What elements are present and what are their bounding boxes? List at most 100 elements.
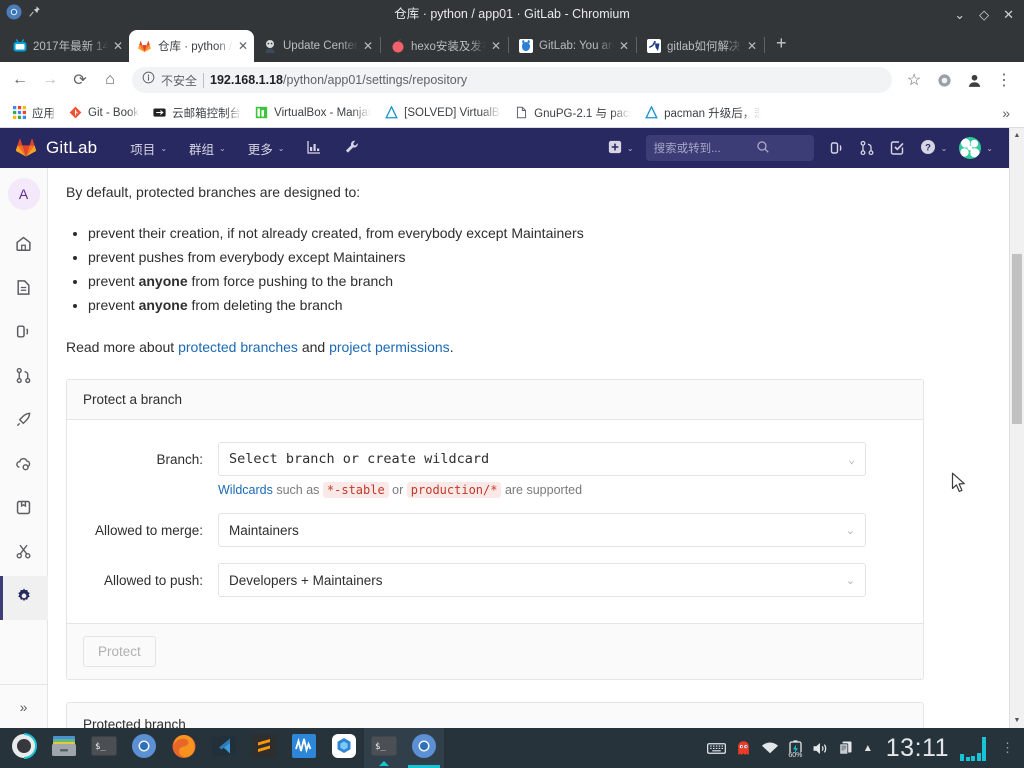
chevron-down-icon: ⌄ [219,143,226,153]
sidebar-item-project-overview[interactable] [0,224,48,268]
nav-item-groups[interactable]: 群组 ⌄ [178,128,237,168]
scroll-down-arrow[interactable]: ▼ [1010,713,1024,728]
bookmark-item-1[interactable]: Git - Book [62,103,146,123]
nav-item-more[interactable]: 更多 ⌄ [237,128,296,168]
clipboard-icon[interactable] [838,740,854,756]
tab-close-icon[interactable]: ✕ [238,40,248,52]
bookmarks-overflow-button[interactable]: » [1002,105,1018,121]
new-tab-button[interactable]: + [766,33,797,58]
close-button[interactable]: ✕ [1003,8,1014,21]
taskbar-file-manager[interactable] [44,728,84,768]
battery-icon[interactable]: 60% [787,739,803,759]
taskbar-firefox[interactable] [164,728,204,768]
tab-close-icon[interactable]: ✕ [747,40,757,52]
minimize-button[interactable]: ⌄ [954,8,965,21]
taskbar-menu-button[interactable]: ⋮ [995,741,1014,753]
bookmark-item-4[interactable]: [SOLVED] VirtualBo [378,103,508,123]
rocket-icon [15,411,32,433]
sidebar-expand-button[interactable]: » [0,684,48,728]
forward-button[interactable]: → [36,66,64,94]
allowed-to-push-select[interactable]: Developers + Maintainers ⌄ [218,563,866,598]
browser-tab-5[interactable]: GitLab: You are ✕ [510,30,635,62]
bookmark-item-5[interactable]: GnuPG-2.1 与 pacm [508,102,638,124]
back-button[interactable]: ← [6,66,34,94]
bookmark-apps[interactable]: 应用 [6,102,62,124]
taskbar-chromium-active[interactable] [404,728,444,768]
taskbar-monitor[interactable] [284,728,324,768]
taskbar-terminal-1[interactable]: $_ [84,728,124,768]
browser-tab-4[interactable]: hexo安装及发布 ✕ [382,30,507,62]
hint-supported: are supported [501,483,583,498]
address-bar[interactable]: 不安全 192.168.1.18/python/app01/settings/r… [132,67,892,93]
allowed-to-merge-select[interactable]: Maintainers ⌄ [218,513,866,548]
todos-icon[interactable] [882,128,912,168]
sidebar-item-registry[interactable] [0,488,48,532]
branch-select[interactable]: Select branch or create wildcard ⌄ [218,442,866,477]
project-permissions-link[interactable]: project permissions [329,339,450,355]
extension-icon[interactable] [930,66,958,94]
maximize-button[interactable]: ◇ [979,8,989,21]
taskbar-terminal-2[interactable]: $_ [364,728,404,768]
search-input[interactable]: 搜索或转到... [645,135,814,161]
info-circle-icon[interactable] [142,71,155,89]
nav-label: 群组 [189,142,215,157]
nav-item-admin[interactable] [333,128,371,168]
tab-close-icon[interactable]: ✕ [619,40,629,52]
pin-icon[interactable] [28,5,41,23]
issues-icon[interactable] [822,128,852,168]
taskbar-sublime-text[interactable] [244,728,284,768]
settings-repository-content: By default, protected branches are desig… [48,168,1009,728]
gitlab-home-link[interactable]: GitLab [14,134,97,163]
help-dropdown-button[interactable]: ? ⌄ [912,128,956,168]
browser-tab-1[interactable]: 2017年最新 14期 ✕ [4,30,129,62]
sidebar-item-snippets[interactable] [0,532,48,576]
network-activity-graph [960,735,986,761]
taskbar-chromium-1[interactable] [124,728,164,768]
keyboard-icon[interactable] [706,741,726,755]
wildcards-link[interactable]: Wildcards [218,483,273,497]
bookmark-item-3[interactable]: VirtualBox - Manjar [248,103,378,123]
scroll-up-arrow[interactable]: ▲ [1010,128,1024,143]
help-icon: ? [920,139,936,158]
browser-tab-2[interactable]: 仓库 · python / a ✕ [129,30,254,62]
page-scrollbar[interactable]: ▲ ▼ [1009,128,1024,728]
tray-expand-button[interactable]: ▲ [863,743,873,754]
ghost-icon[interactable] [735,740,752,757]
sidebar-item-merge-requests[interactable] [0,356,48,400]
branch-label: Branch: [156,452,203,468]
protected-branches-link[interactable]: protected branches [178,339,298,355]
wifi-icon[interactable] [761,741,779,755]
merge-request-icon [15,367,32,389]
browser-menu-button[interactable]: ⋮ [990,66,1018,94]
merge-requests-icon[interactable] [852,128,882,168]
taskbar-start-menu[interactable] [4,728,44,768]
taskbar-clock[interactable]: 13:11 [886,734,949,763]
sidebar-item-ci-cd[interactable] [0,400,48,444]
project-avatar[interactable]: A [7,178,40,210]
chevron-down-icon: ⌄ [848,452,855,466]
profile-avatar-icon[interactable] [960,66,988,94]
sidebar-item-repository[interactable] [0,268,48,312]
nav-item-projects[interactable]: 项目 ⌄ [119,128,178,168]
volume-icon[interactable] [812,741,829,756]
home-button[interactable]: ⌂ [96,66,124,94]
browser-tab-3[interactable]: Update Center ✕ [254,30,379,62]
tab-close-icon[interactable]: ✕ [363,40,373,52]
tab-close-icon[interactable]: ✕ [113,40,123,52]
protect-button[interactable]: Protect [83,636,156,668]
bookmark-item-6[interactable]: pacman 升级后，悲 [638,102,768,124]
sidebar-item-settings[interactable] [0,576,48,620]
user-menu-button[interactable]: ⌄ [955,128,1001,168]
nav-item-activity[interactable] [295,128,333,168]
sidebar-item-issues[interactable] [0,312,48,356]
bookmark-star-icon[interactable]: ☆ [900,66,928,94]
sidebar-item-operations[interactable] [0,444,48,488]
scrollbar-thumb[interactable] [1012,254,1022,424]
taskbar-deepin-app[interactable] [324,728,364,768]
new-dropdown-button[interactable]: ⌄ [598,140,644,157]
browser-tab-6[interactable]: gitlab如何解决 ✕ [638,30,763,62]
reload-button[interactable]: ⟳ [66,66,94,94]
taskbar-vscode[interactable] [204,728,244,768]
tab-close-icon[interactable]: ✕ [491,40,501,52]
bookmark-item-2[interactable]: 云邮箱控制台 [146,102,248,124]
